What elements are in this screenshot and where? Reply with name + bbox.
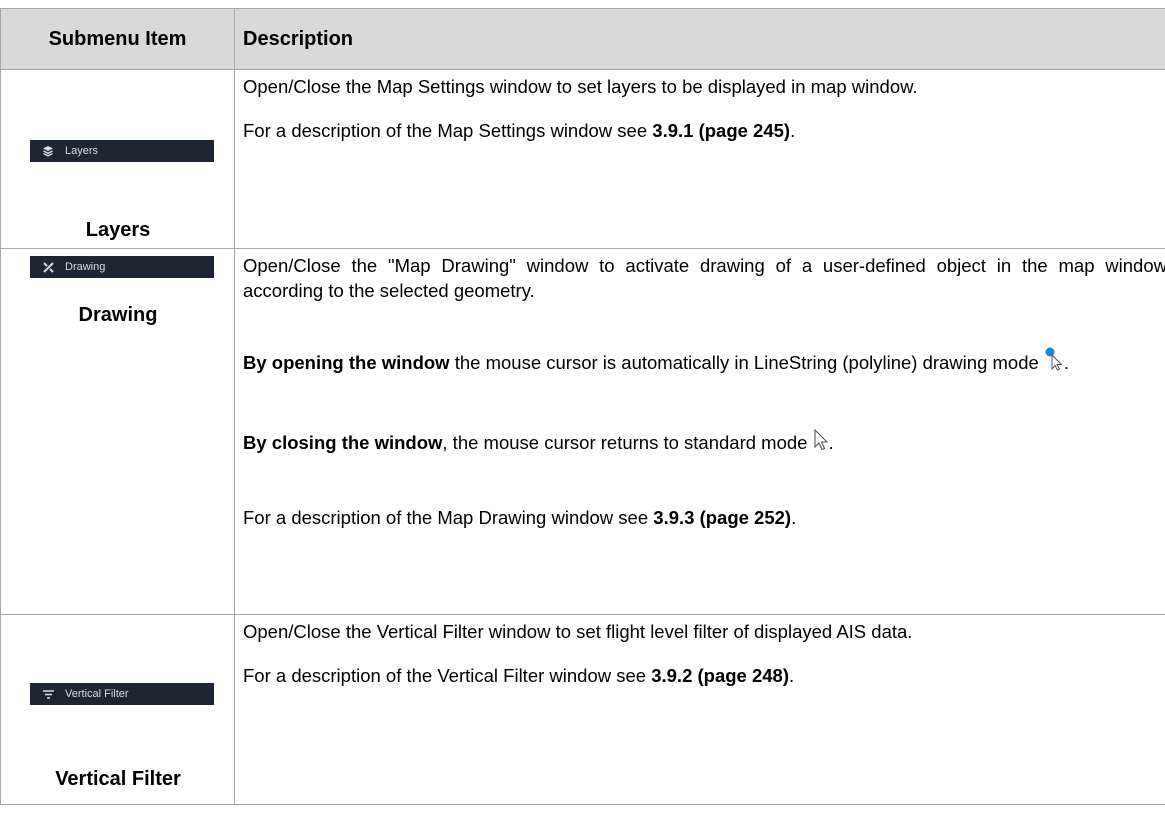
ref-suffix: . [791, 507, 797, 528]
table-row: Layers Layers Open/Close the Map Setting… [0, 69, 1165, 249]
filter-lines-icon [41, 687, 55, 701]
drawing-item-name: Drawing [78, 304, 158, 326]
ref-link[interactable]: 3.9.2 (page 248) [651, 665, 789, 686]
ref-suffix: . [790, 120, 796, 141]
header-description: Description [234, 8, 1165, 70]
layers-desc-ref: For a description of the Map Settings wi… [243, 118, 1165, 143]
close-bold: By closing the window [243, 432, 443, 453]
open-text: the mouse cursor is automatically in Lin… [449, 352, 1044, 373]
vertical-filter-desc-ref: For a description of the Vertical Filter… [243, 663, 1165, 688]
submenu-cell-vertical-filter: Vertical Filter Vertical Filter [0, 614, 235, 805]
table-row: Vertical Filter Vertical Filter Open/Clo… [0, 614, 1165, 805]
vertical-filter-desc-text: Open/Close the Vertical Filter window to… [243, 621, 913, 642]
layers-item-name: Layers [85, 219, 151, 241]
vertical-filter-button-label: Vertical Filter [65, 688, 129, 700]
ref-text: For a description of the Map Drawing win… [243, 507, 654, 528]
drawing-close-text: By closing the window, the mouse cursor … [243, 428, 1165, 457]
vertical-filter-item-name: Vertical Filter [55, 768, 181, 790]
layers-menu-button[interactable]: Layers [30, 140, 214, 162]
open-suffix: . [1063, 352, 1070, 373]
ref-suffix: . [789, 665, 795, 686]
submenu-cell-drawing: Drawing Drawing [0, 248, 235, 615]
header-submenu-item: Submenu Item [0, 8, 235, 70]
vertical-filter-menu-button[interactable]: Vertical Filter [30, 683, 214, 705]
ref-text: For a description of the Vertical Filter… [243, 665, 652, 686]
ref-link[interactable]: 3.9.3 (page 252) [653, 507, 791, 528]
layers-desc-text: Open/Close the Map Settings window to se… [243, 76, 918, 97]
layers-icon [41, 144, 55, 158]
vertical-filter-description: Open/Close the Vertical Filter window to… [234, 614, 1165, 805]
draw-cursor-icon [1044, 347, 1064, 377]
drawing-open-text: By opening the window the mouse cursor i… [243, 347, 1165, 377]
table-row: Drawing Drawing Open/Close the "Map Draw… [0, 248, 1165, 615]
submenu-table: Submenu Item Description Layers Layers O… [0, 8, 1165, 805]
drawing-desc-text: Open/Close the "Map Drawing" window to a… [243, 255, 1165, 301]
drawing-tools-icon [41, 260, 55, 274]
open-bold: By opening the window [243, 352, 450, 373]
ref-text: For a description of the Map Settings wi… [243, 120, 653, 141]
drawing-button-label: Drawing [65, 261, 106, 273]
drawing-description: Open/Close the "Map Drawing" window to a… [234, 248, 1165, 615]
table-header-row: Submenu Item Description [0, 8, 1165, 70]
layers-description: Open/Close the Map Settings window to se… [234, 69, 1165, 249]
arrow-cursor-icon [813, 428, 829, 457]
drawing-menu-button[interactable]: Drawing [30, 256, 214, 278]
close-suffix: . [828, 432, 834, 453]
layers-button-label: Layers [65, 145, 99, 157]
ref-link[interactable]: 3.9.1 (page 245) [652, 120, 790, 141]
drawing-desc-ref: For a description of the Map Drawing win… [243, 505, 1165, 530]
close-text: , the mouse cursor returns to standard m… [442, 432, 813, 453]
submenu-cell-layers: Layers Layers [0, 69, 235, 249]
